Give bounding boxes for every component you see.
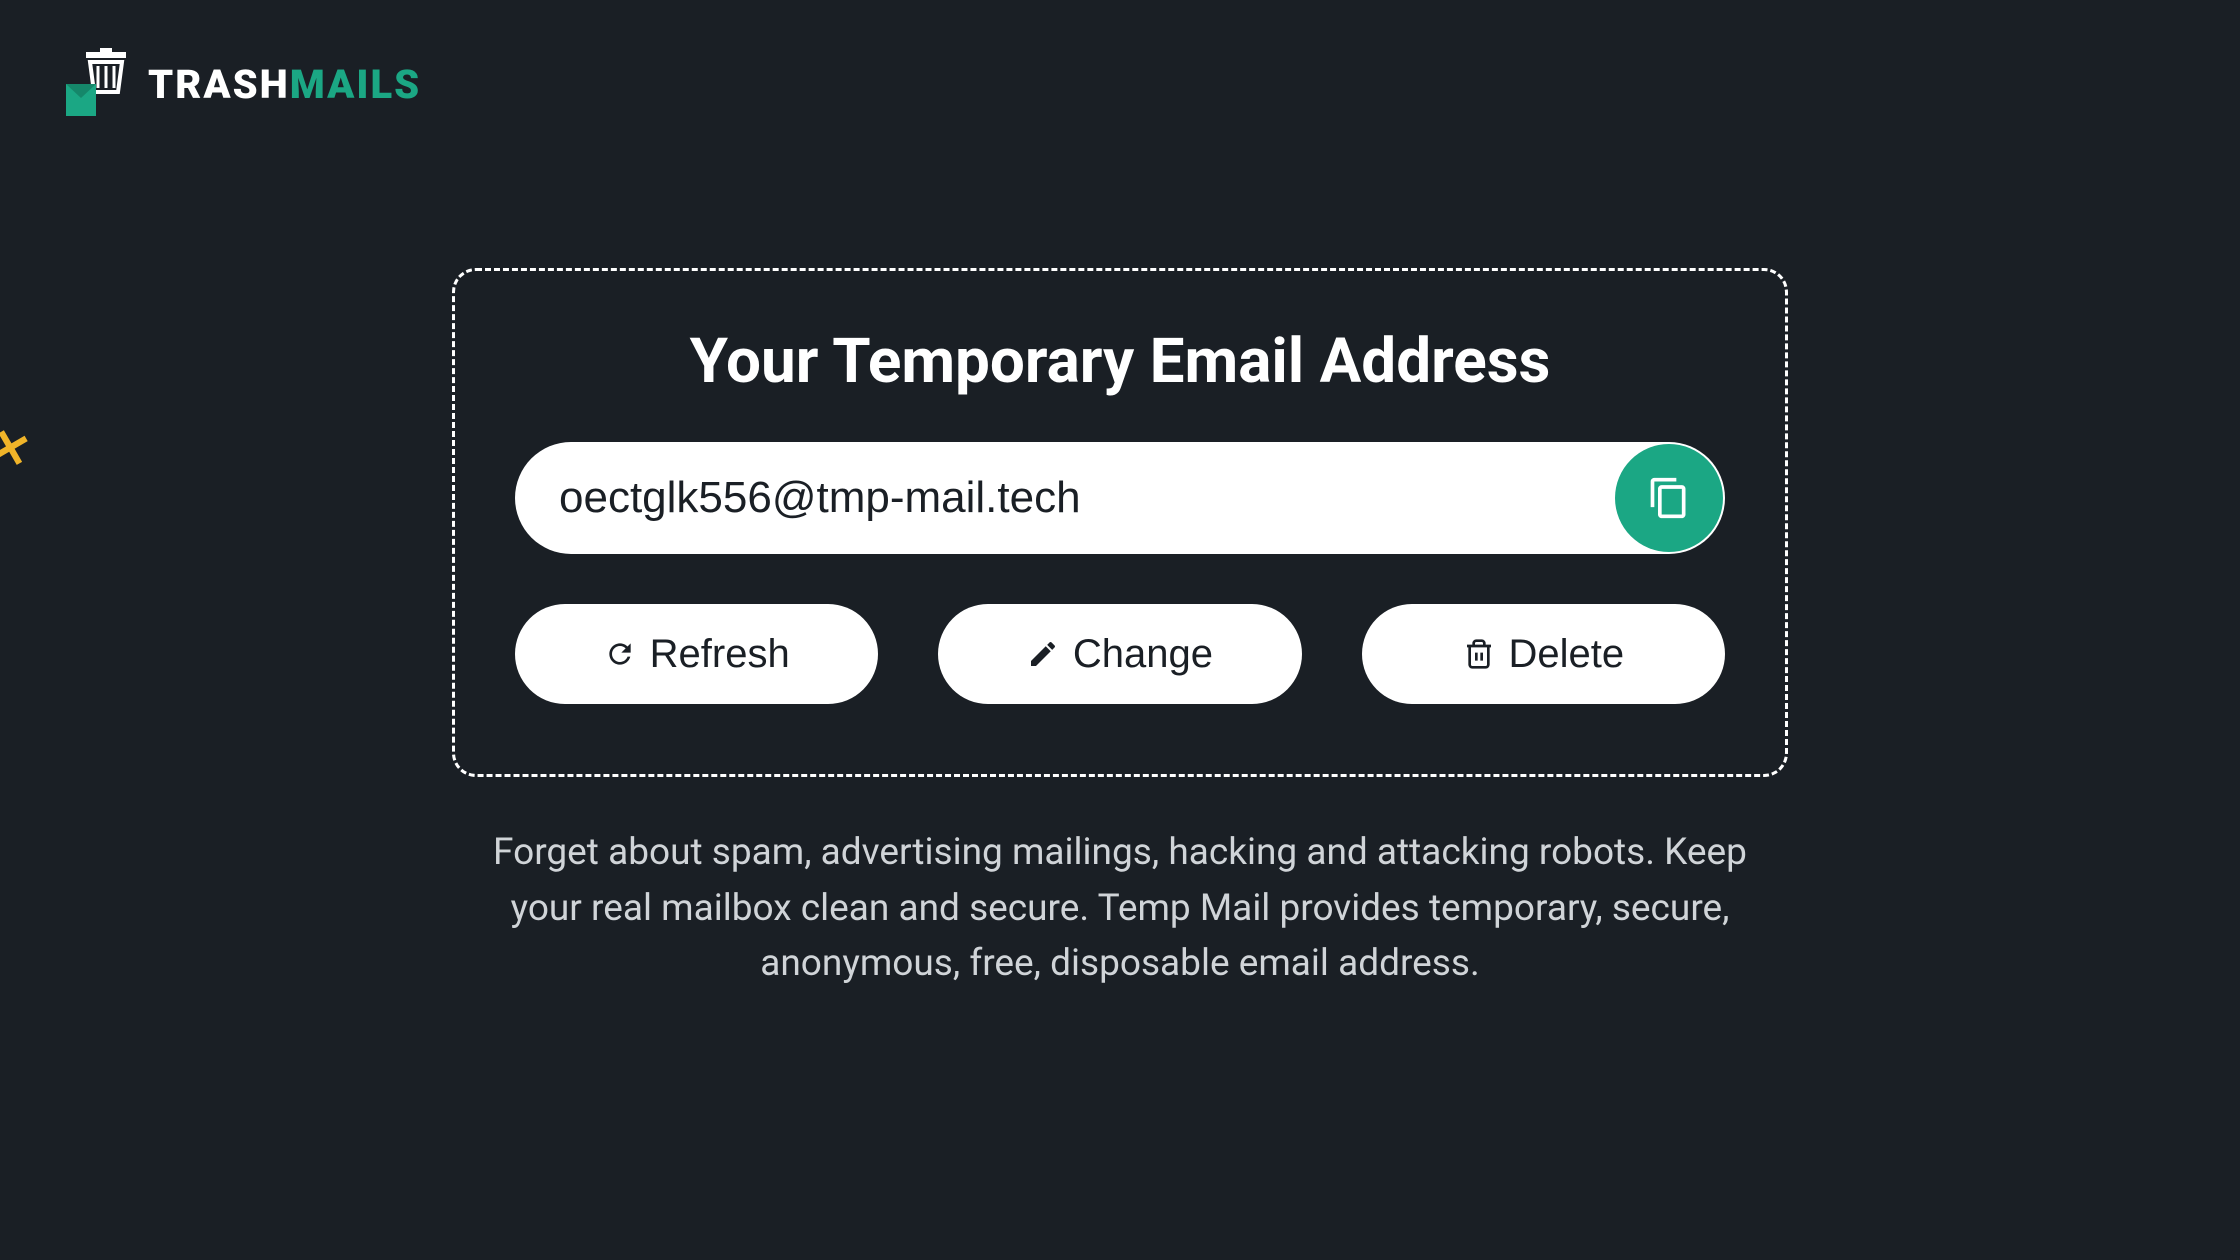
logo-text-mails: MAILS bbox=[290, 61, 421, 108]
email-input-wrapper bbox=[515, 442, 1725, 554]
change-button[interactable]: Change bbox=[938, 604, 1301, 704]
refresh-icon bbox=[604, 638, 636, 670]
email-card: Your Temporary Email Address Refresh bbox=[452, 268, 1788, 777]
delete-label: Delete bbox=[1509, 632, 1625, 677]
change-label: Change bbox=[1073, 632, 1213, 677]
refresh-button[interactable]: Refresh bbox=[515, 604, 878, 704]
header: TRASHMAILS bbox=[0, 0, 2240, 168]
pencil-icon bbox=[1027, 638, 1059, 670]
main-content: Your Temporary Email Address Refresh bbox=[0, 268, 2240, 992]
card-title: Your Temporary Email Address bbox=[690, 325, 1551, 398]
copy-button[interactable] bbox=[1615, 444, 1723, 552]
description-text: Forget about spam, advertising mailings,… bbox=[480, 825, 1760, 992]
delete-button[interactable]: Delete bbox=[1362, 604, 1725, 704]
logo-icon bbox=[60, 48, 132, 120]
refresh-label: Refresh bbox=[650, 632, 790, 677]
logo[interactable]: TRASHMAILS bbox=[60, 48, 421, 120]
email-address-input[interactable] bbox=[515, 442, 1725, 554]
logo-text-trash: TRASH bbox=[148, 61, 290, 108]
copy-icon bbox=[1647, 476, 1691, 520]
trash-icon bbox=[1463, 638, 1495, 670]
button-row: Refresh Change Delete bbox=[515, 604, 1725, 704]
logo-text: TRASHMAILS bbox=[148, 61, 421, 108]
